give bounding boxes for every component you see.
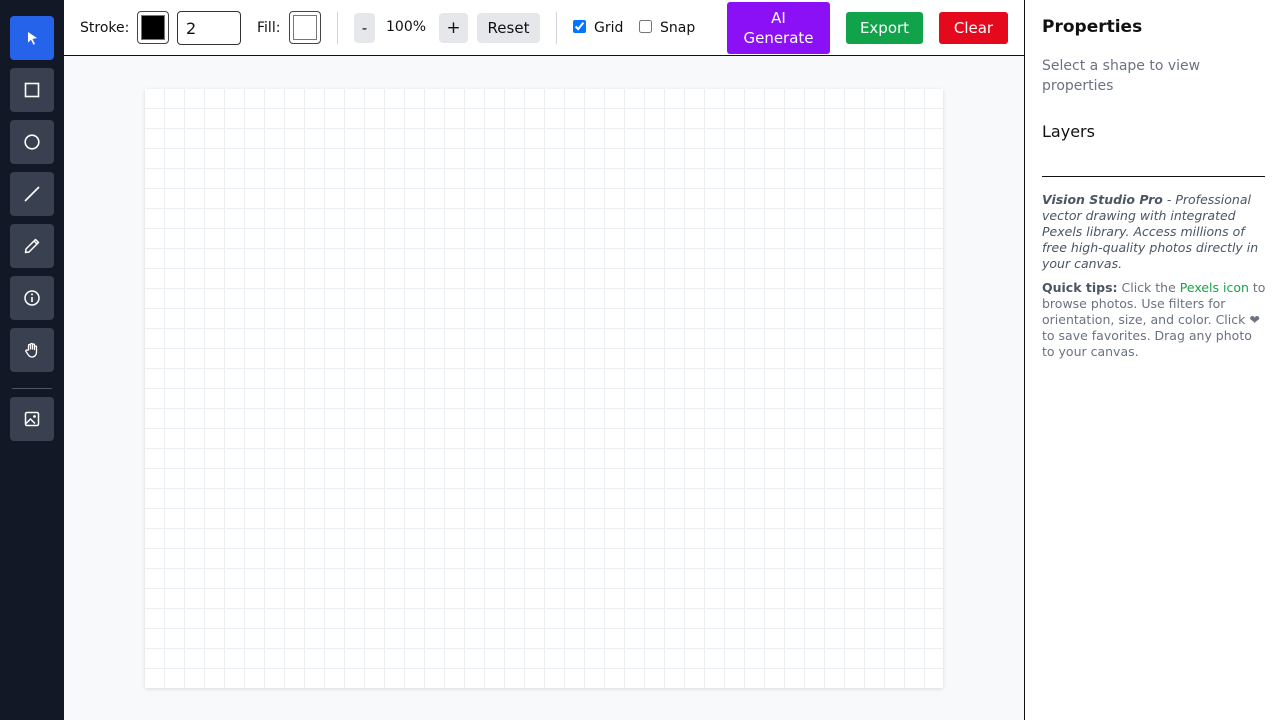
pexels-library-button[interactable] xyxy=(10,397,54,441)
tool-rail xyxy=(0,0,64,720)
info-tool-button[interactable] xyxy=(10,276,54,320)
export-button[interactable]: Export xyxy=(846,12,923,44)
app-brand-name: Vision Studio Pro xyxy=(1042,192,1163,207)
quick-tips-label: Quick tips: xyxy=(1042,280,1118,295)
quick-tips: Quick tips: Click the Pexels icon to bro… xyxy=(1042,280,1268,360)
grid-checkbox[interactable] xyxy=(573,20,586,33)
line-tool-button[interactable] xyxy=(10,172,54,216)
drawing-canvas[interactable] xyxy=(145,89,943,688)
pencil-icon xyxy=(24,238,40,254)
hand-icon xyxy=(25,342,38,358)
layers-title: Layers xyxy=(1042,122,1095,141)
stroke-color-picker[interactable] xyxy=(137,11,169,44)
ai-generate-button[interactable]: AI Generate xyxy=(727,2,830,54)
layers-divider xyxy=(1042,176,1265,177)
toolbar-divider xyxy=(556,12,557,44)
fill-color-picker[interactable] xyxy=(289,11,321,44)
stroke-color-swatch xyxy=(141,15,165,40)
grid-label: Grid xyxy=(594,20,624,36)
fill-color-swatch xyxy=(293,15,317,40)
cursor-arrow-icon xyxy=(28,32,37,45)
fill-label: Fill: xyxy=(257,20,281,36)
line-icon xyxy=(24,186,40,202)
zoom-in-button[interactable]: + xyxy=(439,13,468,43)
canvas-area xyxy=(64,56,1025,720)
snap-label: Snap xyxy=(660,20,696,36)
stroke-label: Stroke: xyxy=(80,20,130,36)
circle-tool-button[interactable] xyxy=(10,120,54,164)
stroke-width-input[interactable] xyxy=(177,11,241,45)
pencil-tool-button[interactable] xyxy=(10,224,54,268)
rectangle-icon xyxy=(24,82,40,98)
top-toolbar: Stroke: Fill: - 100% + Reset Grid Snap A… xyxy=(64,0,1025,56)
image-icon xyxy=(24,411,40,427)
quick-tips-pre: Click the xyxy=(1117,280,1180,295)
rectangle-tool-button[interactable] xyxy=(10,68,54,112)
properties-hint: Select a shape to view properties xyxy=(1042,58,1201,94)
select-tool-button[interactable] xyxy=(10,16,54,60)
pan-tool-button[interactable] xyxy=(10,328,54,372)
pexels-icon-link[interactable]: Pexels icon xyxy=(1180,280,1249,295)
properties-title: Properties xyxy=(1042,17,1143,37)
snap-checkbox[interactable] xyxy=(639,20,652,33)
app-description: Vision Studio Pro - Professional vector … xyxy=(1042,192,1268,272)
properties-panel: Properties Select a shape to view proper… xyxy=(1024,0,1280,720)
tool-rail-divider xyxy=(12,388,52,389)
circle-icon xyxy=(24,134,40,150)
zoom-out-button[interactable]: - xyxy=(354,13,375,43)
toolbar-divider xyxy=(337,12,338,44)
clear-button[interactable]: Clear xyxy=(939,12,1008,44)
reset-zoom-button[interactable]: Reset xyxy=(477,13,540,43)
info-icon xyxy=(24,290,40,306)
zoom-level: 100% xyxy=(386,19,427,35)
